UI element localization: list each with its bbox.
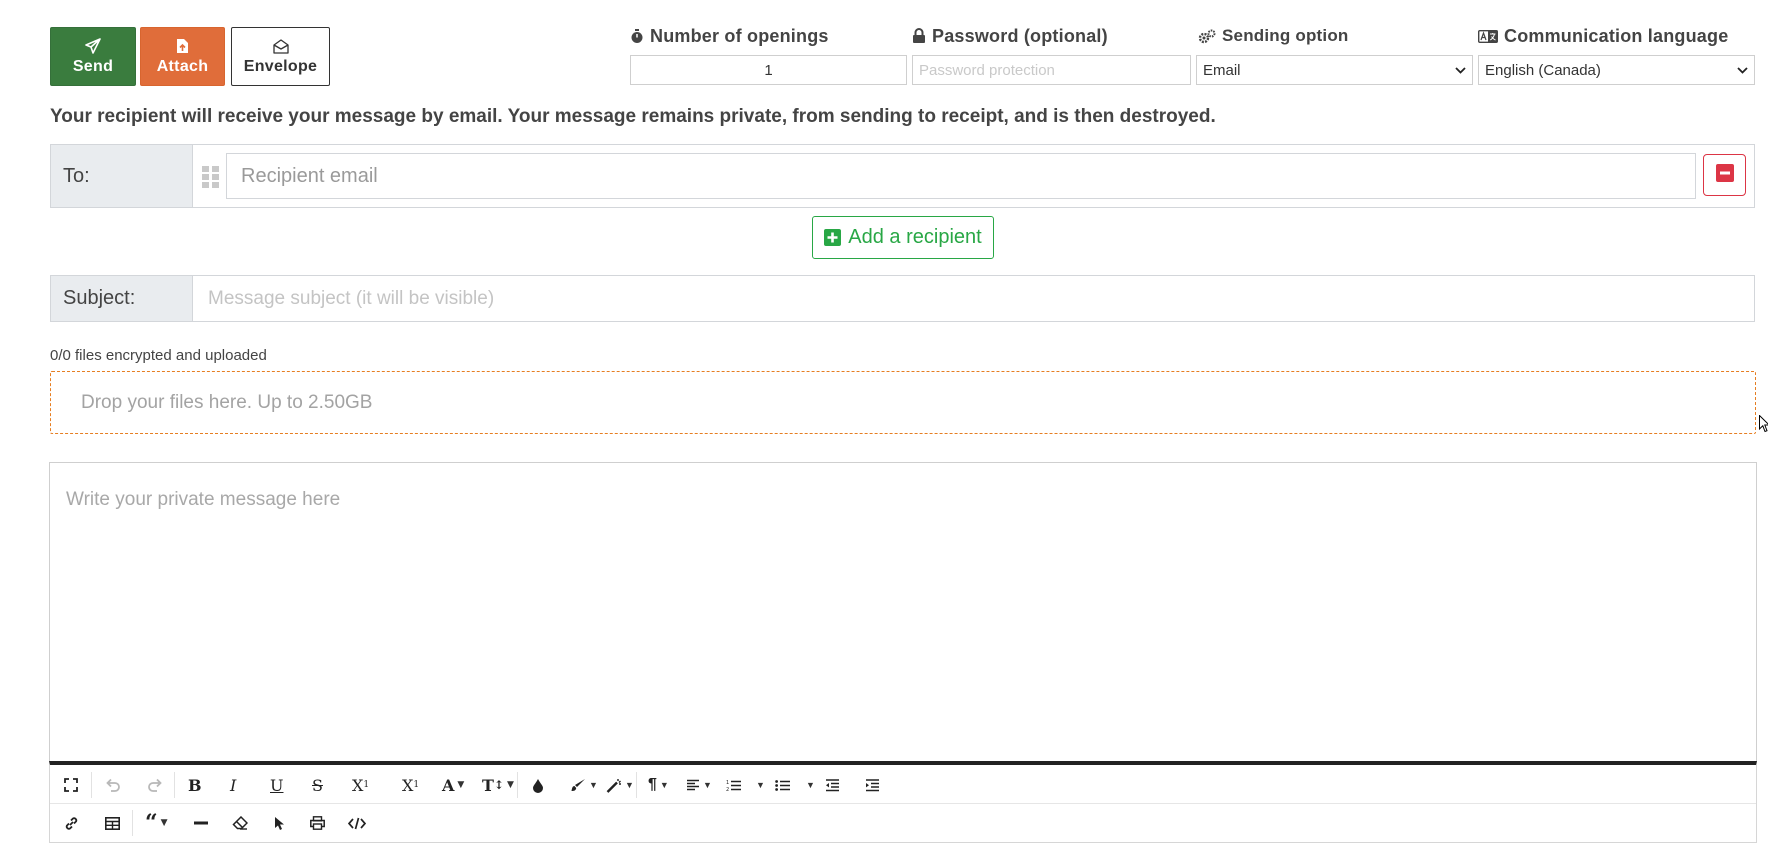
attach-label: Attach bbox=[156, 58, 209, 75]
password-label: Password (optional) bbox=[912, 22, 1108, 50]
font-family-icon[interactable]: A ▼ bbox=[442, 774, 464, 796]
align-icon[interactable]: ▼ bbox=[686, 774, 712, 796]
subscript-icon[interactable]: X1 bbox=[352, 774, 369, 796]
undo-icon[interactable] bbox=[105, 774, 121, 796]
attach-button[interactable]: Attach bbox=[140, 27, 225, 86]
stopwatch-icon bbox=[630, 28, 644, 44]
remove-recipient-button[interactable] bbox=[1703, 154, 1746, 196]
send-label: Send bbox=[72, 58, 114, 75]
underline-icon[interactable]: U bbox=[270, 774, 283, 796]
table-icon[interactable] bbox=[105, 812, 120, 834]
chevron-down-icon bbox=[1737, 63, 1748, 77]
subject-input[interactable]: Message subject (it will be visible) bbox=[194, 276, 1754, 321]
horizontal-line-icon[interactable] bbox=[194, 812, 208, 834]
svg-text:1: 1 bbox=[726, 780, 729, 786]
upload-status-text: 0/0 files encrypted and uploaded bbox=[50, 347, 267, 364]
recipient-email-input[interactable]: Recipient email bbox=[226, 153, 1696, 199]
message-editor[interactable]: Write your private message here bbox=[49, 462, 1757, 763]
paper-plane-icon bbox=[85, 37, 101, 55]
strikethrough-icon[interactable]: S bbox=[312, 774, 323, 796]
text-color-icon[interactable] bbox=[532, 774, 544, 796]
minus-square-icon bbox=[1715, 163, 1734, 187]
italic-icon[interactable]: I bbox=[230, 774, 236, 796]
unordered-list-dropdown-icon[interactable]: ▼ bbox=[803, 774, 815, 796]
openings-label: Number of openings bbox=[630, 22, 829, 50]
add-recipient-button[interactable]: Add a recipient bbox=[812, 216, 994, 259]
paragraph-format-icon[interactable]: ¶ ▼ bbox=[648, 774, 669, 796]
clear-formatting-icon[interactable] bbox=[232, 812, 248, 834]
bold-icon[interactable]: B bbox=[188, 774, 202, 796]
ordered-list-dropdown-icon[interactable]: ▼ bbox=[753, 774, 765, 796]
envelope-button[interactable]: Envelope bbox=[231, 27, 330, 86]
language-icon bbox=[1478, 29, 1498, 43]
svg-text:2: 2 bbox=[726, 787, 729, 792]
select-all-icon[interactable] bbox=[274, 812, 286, 834]
link-icon[interactable] bbox=[64, 812, 79, 834]
lock-icon bbox=[912, 28, 926, 44]
editor-toolbar: B I U S X1 X1 A▼ T↕▼ ▼ ▼ ¶▼ ▼ 12 ▼ ▼ bbox=[49, 761, 1757, 843]
toolbar-row-1: B I U S X1 X1 A ▼ T ↕ ▼ ▼ ▼ ¶ ▼ ▼ 12 ▼ ▼ bbox=[50, 765, 1756, 804]
mouse-pointer-icon bbox=[1759, 414, 1768, 438]
subject-label: Subject: bbox=[51, 276, 193, 321]
font-size-icon[interactable]: T ↕ ▼ bbox=[482, 774, 514, 796]
envelope-label: Envelope bbox=[243, 58, 318, 75]
toolbar-row-2: “▼ bbox=[50, 803, 1756, 841]
print-icon[interactable] bbox=[310, 812, 325, 834]
envelope-open-icon bbox=[272, 37, 289, 55]
fullscreen-icon[interactable] bbox=[64, 774, 78, 796]
chevron-down-icon bbox=[1455, 63, 1466, 77]
indent-icon[interactable] bbox=[865, 774, 880, 796]
gears-icon bbox=[1198, 29, 1216, 44]
password-input[interactable]: Password protection bbox=[912, 55, 1191, 85]
superscript-icon[interactable]: X1 bbox=[402, 774, 419, 796]
unordered-list-icon[interactable] bbox=[775, 774, 791, 796]
sending-option-select[interactable]: Email bbox=[1196, 55, 1473, 85]
code-view-icon[interactable] bbox=[348, 812, 366, 834]
subject-row: Subject: Message subject (it will be vis… bbox=[50, 275, 1755, 322]
drag-handle-icon[interactable] bbox=[201, 165, 221, 189]
quote-icon[interactable]: “▼ bbox=[145, 812, 168, 834]
outdent-icon[interactable] bbox=[825, 774, 840, 796]
plus-square-icon bbox=[824, 229, 842, 246]
file-upload-icon bbox=[176, 37, 189, 55]
language-select[interactable]: English (Canada) bbox=[1478, 55, 1755, 85]
language-label: Communication language bbox=[1478, 22, 1728, 50]
redo-icon[interactable] bbox=[147, 774, 163, 796]
recipient-row: To: Recipient email bbox=[50, 144, 1755, 208]
send-button[interactable]: Send bbox=[50, 27, 136, 86]
inline-style-icon[interactable]: ▼ bbox=[606, 774, 634, 796]
privacy-info-text: Your recipient will receive your message… bbox=[50, 106, 1216, 127]
openings-input[interactable]: 1 bbox=[630, 55, 907, 85]
ordered-list-icon[interactable]: 12 bbox=[726, 774, 742, 796]
sending-option-label: Sending option bbox=[1198, 22, 1349, 50]
file-drop-zone[interactable]: Drop your files here. Up to 2.50GB bbox=[50, 371, 1756, 434]
to-label: To: bbox=[51, 145, 193, 207]
background-color-icon[interactable]: ▼ bbox=[570, 774, 598, 796]
